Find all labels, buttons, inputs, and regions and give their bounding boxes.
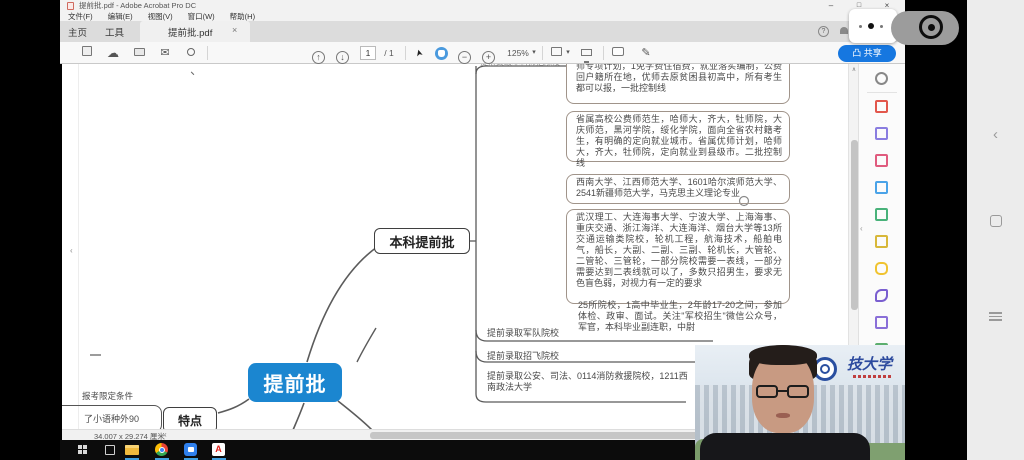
webcam-overlay: 技大学: [695, 345, 905, 460]
window-title: 提前批.pdf - Adobe Acrobat Pro DC: [79, 0, 196, 11]
record-button-dot: [928, 24, 935, 31]
mindmap-text-b5: 25所院校，1高中毕业生，2年龄17-20之间，参加体检、政审、面试。关注"军校…: [578, 300, 782, 333]
menu-bar: 文件(F) 编辑(E) 视图(V) 窗口(W) 帮助(H): [60, 11, 905, 21]
windows-start-icon[interactable]: [78, 445, 87, 454]
chrome-icon[interactable]: [155, 443, 168, 456]
page-number-input[interactable]: 1: [360, 46, 376, 60]
tab-close-icon[interactable]: ×: [232, 25, 237, 35]
android-back-icon[interactable]: ‹: [967, 126, 1024, 143]
edit-pdf-icon[interactable]: [875, 127, 888, 140]
zoom-level-select[interactable]: 125%: [504, 42, 532, 64]
search-tools-icon[interactable]: [875, 72, 888, 85]
person-hair-top: [749, 345, 817, 365]
person-glasses-left: [756, 385, 778, 398]
window-minimize-button[interactable]: –: [824, 0, 838, 11]
scroll-left-arrow[interactable]: ‹: [164, 430, 167, 439]
mindmap-node-benke[interactable]: 本科提前批: [374, 228, 470, 254]
mindmap-note-2: 了小语种外90: [84, 412, 139, 425]
mindmap-text-b2: 省属高校公费师范生，哈师大，齐大，牡师院，大庆师范，黑河学院，绥化学院，面向全省…: [576, 114, 782, 169]
zoom-out-button[interactable]: −: [458, 46, 471, 60]
vertical-scrollbar-thumb[interactable]: [851, 140, 858, 310]
export-pdf-icon[interactable]: [875, 181, 888, 194]
horizontal-scrollbar-thumb[interactable]: [370, 432, 710, 439]
save-icon[interactable]: [80, 42, 94, 64]
banner-subtext: [853, 375, 893, 378]
fit-caret-icon[interactable]: ▾: [564, 42, 572, 64]
create-pdf-icon[interactable]: [875, 100, 888, 113]
page-count-label: / 1: [380, 42, 398, 64]
mindmap-text-b3: 西南大学、江西师范大学、1601哈尔滨师范大学、2541新疆师范大学，马克思主义…: [576, 177, 782, 199]
mindmap-label-partial: 提前录取本科师范院校: [480, 64, 560, 68]
person-body: [700, 433, 870, 460]
menu-file[interactable]: 文件(F): [68, 11, 93, 22]
mindmap-root-node[interactable]: 提前批: [248, 363, 342, 402]
android-nav-bar: ‹: [967, 0, 1024, 460]
fill-sign-icon[interactable]: [875, 289, 888, 302]
zoom-caret-icon[interactable]: ▾: [530, 42, 538, 64]
title-bar: 提前批.pdf - Adobe Acrobat Pro DC – □ ×: [60, 0, 905, 11]
zoom-in-button[interactable]: +: [482, 46, 495, 60]
comment-tool-icon[interactable]: [875, 262, 888, 275]
person-glasses-right: [787, 385, 809, 398]
email-icon[interactable]: ✉: [158, 42, 172, 64]
bell-icon[interactable]: [840, 27, 848, 34]
menu-window[interactable]: 窗口(W): [188, 11, 215, 22]
scroll-up-arrow[interactable]: ∧: [850, 66, 858, 73]
tab-home[interactable]: 主页: [68, 25, 87, 39]
meeting-app-icon[interactable]: [184, 443, 197, 456]
panel-divider: [867, 92, 897, 93]
floating-menu-handle[interactable]: [849, 9, 897, 43]
banner-university-name: 技大学: [847, 353, 892, 374]
mindmap-node-tedian[interactable]: 特点: [163, 407, 217, 429]
acrobat-icon[interactable]: A: [212, 443, 225, 456]
share-glyph: 凸: [852, 48, 861, 58]
fit-width-icon[interactable]: [548, 42, 564, 64]
mindmap-text-b1: 师专项计划，1免学费住宿费，就业落实编制，公费回户籍所在地，优师去原贫困县初高中…: [576, 64, 782, 94]
next-page-button[interactable]: ↓: [336, 46, 349, 60]
android-recents-icon[interactable]: [967, 310, 1024, 323]
mindmap-label-police: 提前录取公安、司法、0114消防救援院校，1211西南政法大学: [487, 371, 695, 393]
previous-page-button[interactable]: ↑: [312, 46, 325, 60]
print-icon[interactable]: [132, 42, 146, 64]
tab-document-label: 提前批.pdf: [168, 25, 212, 39]
cloud-upload-icon[interactable]: ☁: [106, 42, 120, 64]
combine-files-icon[interactable]: [875, 154, 888, 167]
task-view-icon[interactable]: [105, 445, 115, 455]
help-icon[interactable]: ?: [818, 26, 829, 37]
person-glasses-bridge: [778, 390, 787, 392]
main-toolbar: ☁ ✉ ↑ ↓ 1 / 1 ➤ − + 125% ▾: [60, 42, 905, 64]
person-mouth: [776, 413, 790, 418]
mindmap-text-b4: 武汉理工、大连海事大学、宁波大学、上海海事、重庆交通、浙江海洋、大连海洋、烟台大…: [576, 212, 782, 289]
mindmap-label-pilot: 提前录取招飞院校: [487, 349, 559, 362]
menu-edit[interactable]: 编辑(E): [108, 11, 133, 22]
toolbar-separator: [207, 46, 208, 60]
select-tool-icon[interactable]: ➤: [407, 43, 432, 62]
compress-pdf-icon[interactable]: [875, 235, 888, 248]
toolbar-separator: [542, 46, 543, 60]
tab-strip: 主页 工具 提前批.pdf × ?: [60, 21, 905, 42]
mindmap-note-1: 报考限定条件: [82, 390, 133, 402]
toolbar-separator: [603, 46, 604, 60]
menu-help[interactable]: 帮助(H): [230, 11, 255, 22]
hand-tool-icon[interactable]: [435, 46, 448, 68]
presentation-mode-icon[interactable]: [578, 42, 594, 64]
comment-icon[interactable]: [610, 42, 626, 64]
file-explorer-icon[interactable]: [125, 445, 139, 455]
tab-tools[interactable]: 工具: [105, 25, 124, 39]
pencil-icon[interactable]: ✎: [638, 42, 654, 64]
letterbox-black: [905, 0, 967, 460]
android-home-icon[interactable]: [967, 214, 1024, 232]
screen-record-pill[interactable]: [891, 11, 959, 45]
stamp-tool-icon[interactable]: [875, 316, 888, 329]
share-button[interactable]: 凸 共享: [838, 45, 896, 62]
share-label: 共享: [864, 48, 882, 58]
panel-collapse-arrow[interactable]: ‹: [860, 224, 863, 233]
screen: 提前录取本科师范院校 师专项计划，1免学费住宿费，就业落实编制，公费回户籍所在地…: [0, 0, 1024, 460]
mindmap-label-army: 提前录取军队院校: [487, 326, 559, 339]
search-icon[interactable]: [184, 42, 198, 64]
organize-pages-icon[interactable]: [875, 208, 888, 221]
menu-view[interactable]: 视图(V): [148, 11, 173, 22]
tab-document[interactable]: 提前批.pdf ×: [140, 21, 250, 42]
pdf-file-icon: [67, 2, 74, 10]
